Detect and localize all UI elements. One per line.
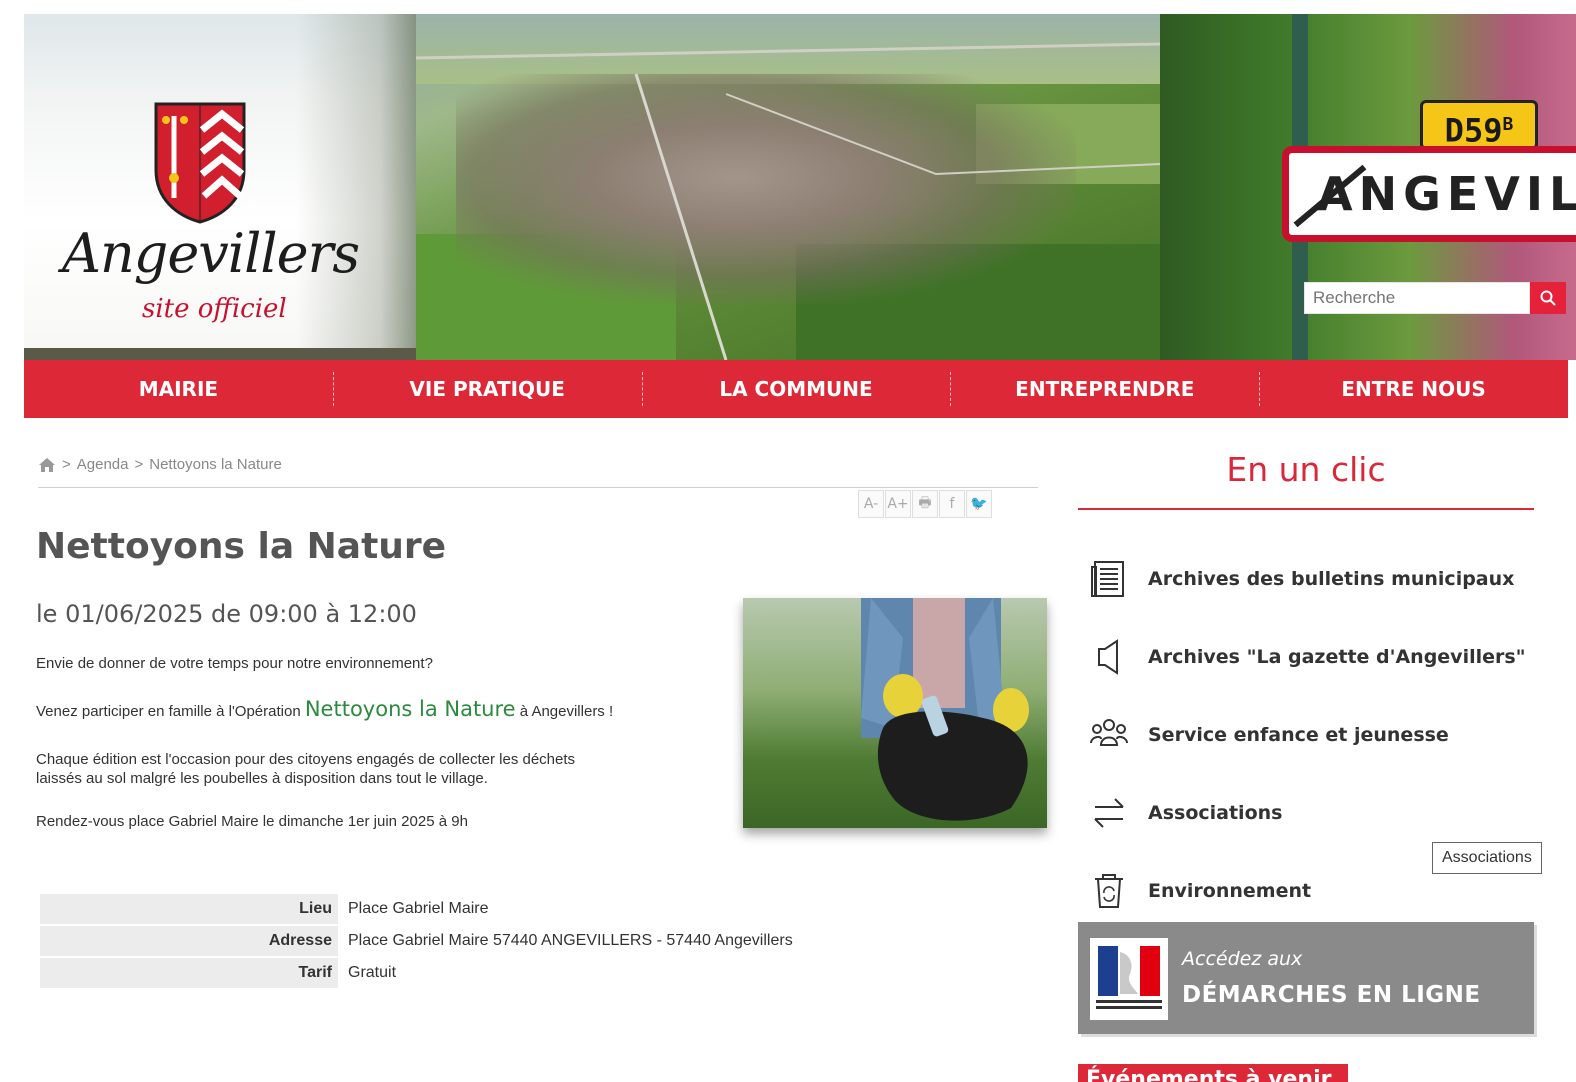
- event-invite: Venez participer en famille à l'Opératio…: [36, 697, 614, 721]
- page-title: Nettoyons la Nature: [36, 526, 447, 567]
- aerial-village-photo: [416, 14, 1160, 360]
- table-row: Tarif Gratuit: [40, 958, 801, 988]
- main-nav: MAIRIE VIE PRATIQUE LA COMMUNE ENTREPREN…: [24, 360, 1568, 418]
- event-photo: [743, 598, 1047, 828]
- info-value-lieu: Place Gabriel Maire: [348, 900, 489, 917]
- home-icon[interactable]: [38, 457, 56, 473]
- quick-link-label: Environnement: [1148, 880, 1312, 902]
- search-button[interactable]: [1530, 282, 1566, 314]
- newspaper-icon: [1086, 556, 1132, 602]
- people-icon: [1086, 712, 1132, 758]
- town-sign-text: ANGEVILLE: [1317, 167, 1576, 221]
- twitter-icon[interactable]: 🐦: [966, 490, 992, 518]
- event-date: le 01/06/2025 de 09:00 à 12:00: [36, 600, 417, 628]
- coat-of-arms-icon: [154, 102, 246, 224]
- events-banner[interactable]: Événements à venir: [1078, 1064, 1348, 1082]
- nav-item-entreprendre[interactable]: ENTREPRENDRE: [950, 360, 1259, 418]
- table-row: Adresse Place Gabriel Maire 57440 ANGEVI…: [40, 926, 801, 956]
- volunteer-illustration: [861, 598, 1029, 821]
- quick-link-label: Associations: [1148, 802, 1283, 824]
- breadcrumb-current: Nettoyons la Nature: [149, 456, 282, 473]
- quick-link-gazette[interactable]: Archives "La gazette d'Angevillers": [1086, 618, 1546, 696]
- search-input[interactable]: [1304, 282, 1530, 314]
- sidebar-title: En un clic: [1226, 450, 1386, 489]
- print-icon[interactable]: 🖶: [912, 490, 938, 518]
- invite-highlight: Nettoyons la Nature: [304, 697, 516, 721]
- logo-subtitle: site officiel: [142, 294, 287, 324]
- road-tag-text: D59: [1444, 111, 1503, 150]
- demarches-en-ligne-banner[interactable]: Accédez aux DÉMARCHES EN LIGNE: [1078, 922, 1534, 1034]
- invite-prefix: Venez participer en famille à l'Opératio…: [36, 703, 305, 720]
- hover-tooltip: Associations: [1432, 842, 1542, 874]
- event-intro: Envie de donner de votre temps pour notr…: [36, 655, 433, 672]
- megaphone-icon: [1086, 634, 1132, 680]
- nav-item-vie-pratique[interactable]: VIE PRATIQUE: [332, 360, 642, 418]
- logo-title: Angevillers: [62, 222, 360, 285]
- road-number-tag: D59B: [1420, 100, 1538, 150]
- quick-link-bulletins[interactable]: Archives des bulletins municipaux: [1086, 540, 1546, 618]
- nav-item-la-commune[interactable]: LA COMMUNE: [641, 360, 951, 418]
- demarches-intro: Accédez aux: [1182, 948, 1303, 970]
- table-row: Lieu Place Gabriel Maire: [40, 894, 801, 924]
- exchange-arrows-icon: [1086, 790, 1132, 836]
- info-label-tarif: Tarif: [40, 958, 338, 988]
- road-tag-sup: B: [1502, 114, 1514, 135]
- event-description: Chaque édition est l'occasion pour des c…: [36, 750, 575, 788]
- road-lines: [416, 42, 1160, 360]
- logo-panel[interactable]: Angevillers site officiel: [24, 14, 416, 360]
- invite-suffix: à Angevillers !: [515, 703, 614, 720]
- quick-link-associations[interactable]: Associations: [1086, 774, 1546, 852]
- breadcrumb-separator: >: [134, 456, 144, 473]
- nav-item-mairie[interactable]: MAIRIE: [24, 360, 333, 418]
- event-rendezvous: Rendez-vous place Gabriel Maire le diman…: [36, 813, 468, 830]
- town-entry-sign: ANGEVILLE: [1282, 146, 1576, 242]
- breadcrumb-separator: >: [62, 456, 71, 473]
- ground-strip: [24, 348, 416, 360]
- quick-link-label: Archives des bulletins municipaux: [1148, 568, 1515, 590]
- recycle-bin-icon: [1086, 868, 1132, 914]
- quick-link-label: Service enfance et jeunesse: [1148, 724, 1449, 746]
- decrease-font-button[interactable]: A-: [858, 490, 884, 518]
- increase-font-button[interactable]: A+: [885, 490, 911, 518]
- event-info-table: Lieu Place Gabriel Maire Adresse Place G…: [38, 892, 803, 990]
- search-icon: [1540, 290, 1556, 306]
- info-value-tarif: Gratuit: [348, 964, 397, 981]
- breadcrumb: > Agenda > Nettoyons la Nature: [38, 456, 282, 473]
- sidebar-divider: [1078, 508, 1534, 510]
- quick-link-enfance[interactable]: Service enfance et jeunesse: [1086, 696, 1546, 774]
- tree-decoration: [296, 14, 416, 360]
- info-label-adresse: Adresse: [40, 926, 338, 956]
- breadcrumb-link-agenda[interactable]: Agenda: [77, 456, 129, 473]
- quick-link-label: Archives "La gazette d'Angevillers": [1148, 646, 1526, 668]
- info-label-lieu: Lieu: [40, 894, 338, 924]
- republique-francaise-logo: [1090, 938, 1168, 1020]
- page-tools: A- A+ 🖶 f 🐦: [858, 490, 993, 518]
- nav-item-entre-nous[interactable]: ENTRE NOUS: [1259, 360, 1568, 418]
- facebook-icon[interactable]: f: [939, 490, 965, 518]
- info-value-adresse: Place Gabriel Maire 57440 ANGEVILLERS - …: [348, 932, 793, 949]
- demarches-title: DÉMARCHES EN LIGNE: [1182, 982, 1481, 1008]
- breadcrumb-divider: [38, 487, 1038, 488]
- description-line-1: Chaque édition est l'occasion pour des c…: [36, 751, 576, 768]
- description-line-2: laissés au sol malgré les poubelles à di…: [36, 770, 488, 787]
